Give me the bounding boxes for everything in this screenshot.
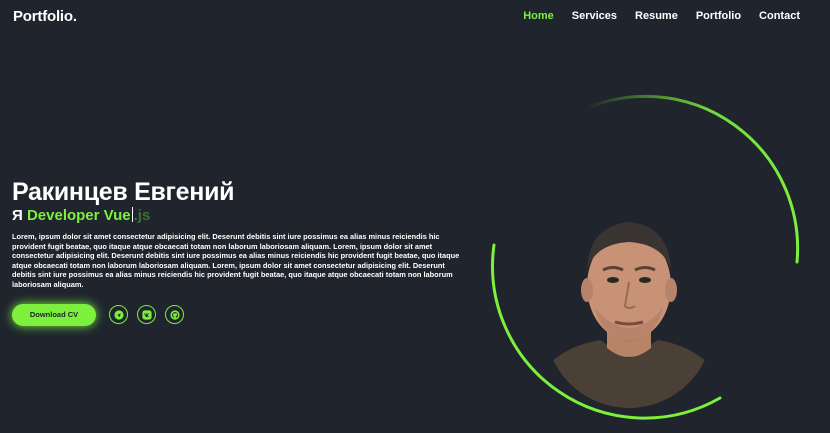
nav-contact[interactable]: Contact	[759, 10, 800, 22]
vk-icon[interactable]	[137, 305, 156, 325]
nav-resume[interactable]: Resume	[635, 10, 678, 22]
hero-content: Ракинцев Евгений Я Developer Vue .js Lore…	[12, 178, 467, 326]
nav-home[interactable]: Home	[523, 10, 554, 22]
social-links	[109, 305, 193, 325]
site-header: Portfolio. Home Services Resume Portfoli…	[0, 0, 830, 32]
role-typed-text: Developer Vue	[26, 207, 131, 224]
hero-actions: Download CV	[12, 303, 467, 326]
typing-caret	[131, 207, 133, 222]
site-logo[interactable]: Portfolio.	[13, 8, 77, 25]
hero-description: Lorem, ipsum dolor sit amet consectetur …	[12, 232, 460, 289]
telegram-icon[interactable]	[109, 305, 128, 325]
github-icon[interactable]	[165, 305, 184, 325]
download-cv-button[interactable]: Download CV	[12, 303, 96, 326]
hero-role: Я Developer Vue .js	[12, 207, 467, 225]
role-prefix: Я	[12, 207, 23, 224]
role-typed-remainder: .js	[133, 207, 151, 224]
nav-portfolio[interactable]: Portfolio	[696, 10, 741, 22]
profile-photo	[545, 208, 713, 408]
portfolio-page: Portfolio. Home Services Resume Portfoli…	[0, 0, 830, 433]
hero-name: Ракинцев Евгений	[12, 178, 235, 206]
nav-services[interactable]: Services	[572, 10, 617, 22]
main-nav: Home Services Resume Portfolio Contact	[505, 10, 800, 22]
